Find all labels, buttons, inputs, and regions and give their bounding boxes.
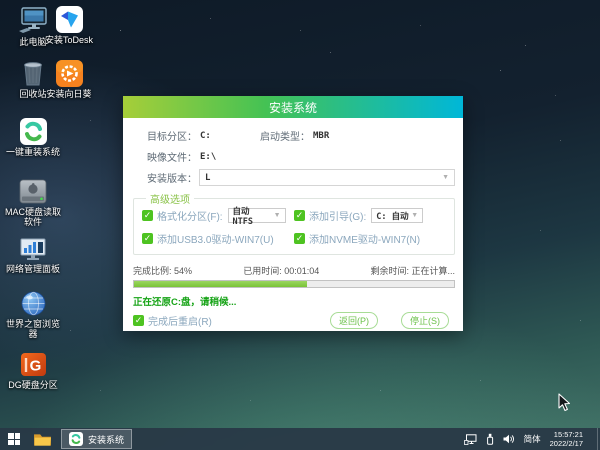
format-partition-option: ✓ 格式化分区(F): 自动 NTFS ▼ xyxy=(142,207,294,227)
add-boot-label: 添加引导(G): xyxy=(309,212,367,223)
boot-type-label: 启动类型： xyxy=(260,132,310,143)
progress-fill xyxy=(134,281,307,287)
remaining-time-text: 剩余时间: 正在计算... xyxy=(370,266,455,276)
advanced-options-legend: 高级选项 xyxy=(150,195,190,206)
sunflower-icon xyxy=(55,58,83,87)
usb3-driver-checkbox[interactable]: ✓ xyxy=(142,233,153,244)
mouse-cursor xyxy=(558,393,571,412)
desktop-icon-world-window-browser[interactable]: 世界之窗浏览器 xyxy=(4,288,62,339)
stop-button[interactable]: 停止(S) xyxy=(401,312,449,329)
todesk-icon xyxy=(55,4,83,33)
restore-status-text: 正在还原C:盘，请稍候... xyxy=(133,297,237,308)
boot-target-dropdown[interactable]: C: 自动 ▼ xyxy=(371,208,424,223)
desktop-wallpaper: 此电脑 安装ToDesk 回收站 安装向日葵 一键重装系统 MAC硬盘读取软件 … xyxy=(0,0,600,450)
star-field xyxy=(0,0,1,1)
usb3-driver-label: 添加USB3.0驱动-WIN7(U) xyxy=(157,235,274,246)
diskgenius-icon: G xyxy=(20,349,47,378)
format-mode-dropdown[interactable]: 自动 NTFS ▼ xyxy=(227,207,286,227)
image-file-value: E:\ xyxy=(200,151,217,162)
elapsed-time-text: 已用时间: 00:01:04 xyxy=(243,266,320,276)
install-version-label: 安装版本： xyxy=(147,174,197,185)
reboot-after-finish-checkbox[interactable]: ✓ xyxy=(133,315,144,326)
chevron-down-icon: ▼ xyxy=(411,212,419,219)
icon-label: 网络管理面板 xyxy=(5,264,60,274)
dialog-title: 安装系统 xyxy=(268,100,317,115)
image-file-row: 映像文件： E:\ xyxy=(147,146,455,167)
add-boot-checkbox[interactable]: ✓ xyxy=(294,210,305,221)
format-partition-label: 格式化分区(F): xyxy=(157,212,223,223)
target-partition-value: C: xyxy=(200,130,211,141)
folder-icon xyxy=(33,433,51,446)
ime-indicator[interactable]: 简体 xyxy=(524,433,541,445)
chevron-down-icon: ▼ xyxy=(442,174,449,181)
format-partition-checkbox[interactable]: ✓ xyxy=(142,210,153,221)
globe-browser-icon xyxy=(20,288,47,317)
back-button[interactable]: 返回(P) xyxy=(330,312,378,329)
image-file-label: 映像文件： xyxy=(147,153,197,164)
target-partition-row: 目标分区： C: 启动类型： MBR xyxy=(147,125,455,146)
taskbar-task-label: 安装系统 xyxy=(88,434,125,445)
install-system-dialog: 安装系统 目标分区： C: 启动类型： MBR 映像文件： E:\ 安装版本： xyxy=(123,96,463,331)
network-panel-icon xyxy=(20,233,46,262)
boot-target-value: C: 自动 xyxy=(376,211,409,222)
reinstall-system-icon xyxy=(19,116,47,145)
taskbar: 安装系统 简体 15:57:21 2022/2/17 xyxy=(0,428,600,450)
clock-time: 15:57:21 xyxy=(553,430,583,439)
install-version-value: L xyxy=(205,172,211,183)
taskbar-clock[interactable]: 15:57:21 2022/2/17 xyxy=(550,430,583,448)
progress-percent-text: 完成比例: 54% xyxy=(133,266,193,276)
taskbar-task-install-system[interactable]: 安装系统 xyxy=(61,429,133,449)
file-explorer-button[interactable] xyxy=(28,428,56,450)
icon-label: 一键重装系统 xyxy=(5,147,60,157)
start-button[interactable] xyxy=(0,428,28,450)
desktop-icon-install-todesk[interactable]: 安装ToDesk xyxy=(40,4,98,45)
format-mode-value: 自动 NTFS xyxy=(232,206,254,227)
usb3-driver-option: ✓ 添加USB3.0驱动-WIN7(U) xyxy=(142,231,294,246)
icon-label: DG硬盘分区 xyxy=(8,380,58,390)
nvme-driver-option: ✓ 添加NVME驱动-WIN7(N) xyxy=(294,231,446,246)
icon-label: 世界之窗浏览器 xyxy=(5,319,60,339)
desktop-icon-mac-disk-reader[interactable]: MAC硬盘读取软件 xyxy=(4,176,62,227)
clock-date: 2022/2/17 xyxy=(549,439,583,448)
dialog-title-bar[interactable]: 安装系统 xyxy=(123,96,463,118)
chevron-down-icon: ▼ xyxy=(273,212,281,219)
desktop-icon-one-click-reinstall[interactable]: 一键重装系统 xyxy=(4,116,62,157)
install-version-row: 安装版本： L ▼ xyxy=(147,167,455,188)
windows-logo-icon xyxy=(8,433,20,445)
add-boot-option: ✓ 添加引导(G): C: 自动 ▼ xyxy=(294,208,446,223)
reboot-after-finish-label: 完成后重启(R) xyxy=(148,317,212,328)
install-version-combobox[interactable]: L ▼ xyxy=(199,169,455,186)
desktop-icon-install-sunflower[interactable]: 安装向日葵 xyxy=(40,58,98,99)
svg-text:G: G xyxy=(29,358,41,375)
speaker-icon[interactable] xyxy=(503,434,515,444)
advanced-options-group: 高级选项 ✓ 格式化分区(F): 自动 NTFS ▼ ✓ 添加引导(G): C:… xyxy=(133,191,455,255)
boot-type-value: MBR xyxy=(313,130,330,141)
mac-disk-icon xyxy=(19,176,47,205)
desktop-icon-dg-partition[interactable]: G DG硬盘分区 xyxy=(4,349,62,390)
progress-bar xyxy=(133,280,455,288)
progress-info-row: 完成比例: 54% 已用时间: 00:01:04 剩余时间: 正在计算... xyxy=(133,264,455,277)
target-partition-label: 目标分区： xyxy=(147,132,197,143)
dialog-footer: ✓ 完成后重启(R) 返回(P) 停止(S) xyxy=(133,312,455,329)
reinstall-system-icon xyxy=(69,432,83,446)
desktop-icon-network-panel[interactable]: 网络管理面板 xyxy=(4,233,62,274)
system-tray: 简体 15:57:21 2022/2/17 xyxy=(463,428,600,450)
icon-label: 安装ToDesk xyxy=(44,35,93,45)
icon-label: 安装向日葵 xyxy=(46,89,92,99)
network-icon[interactable] xyxy=(463,433,477,445)
nvme-driver-label: 添加NVME驱动-WIN7(N) xyxy=(309,235,421,246)
usb-device-icon[interactable] xyxy=(486,433,494,445)
nvme-driver-checkbox[interactable]: ✓ xyxy=(294,233,305,244)
icon-label: MAC硬盘读取软件 xyxy=(5,207,61,227)
